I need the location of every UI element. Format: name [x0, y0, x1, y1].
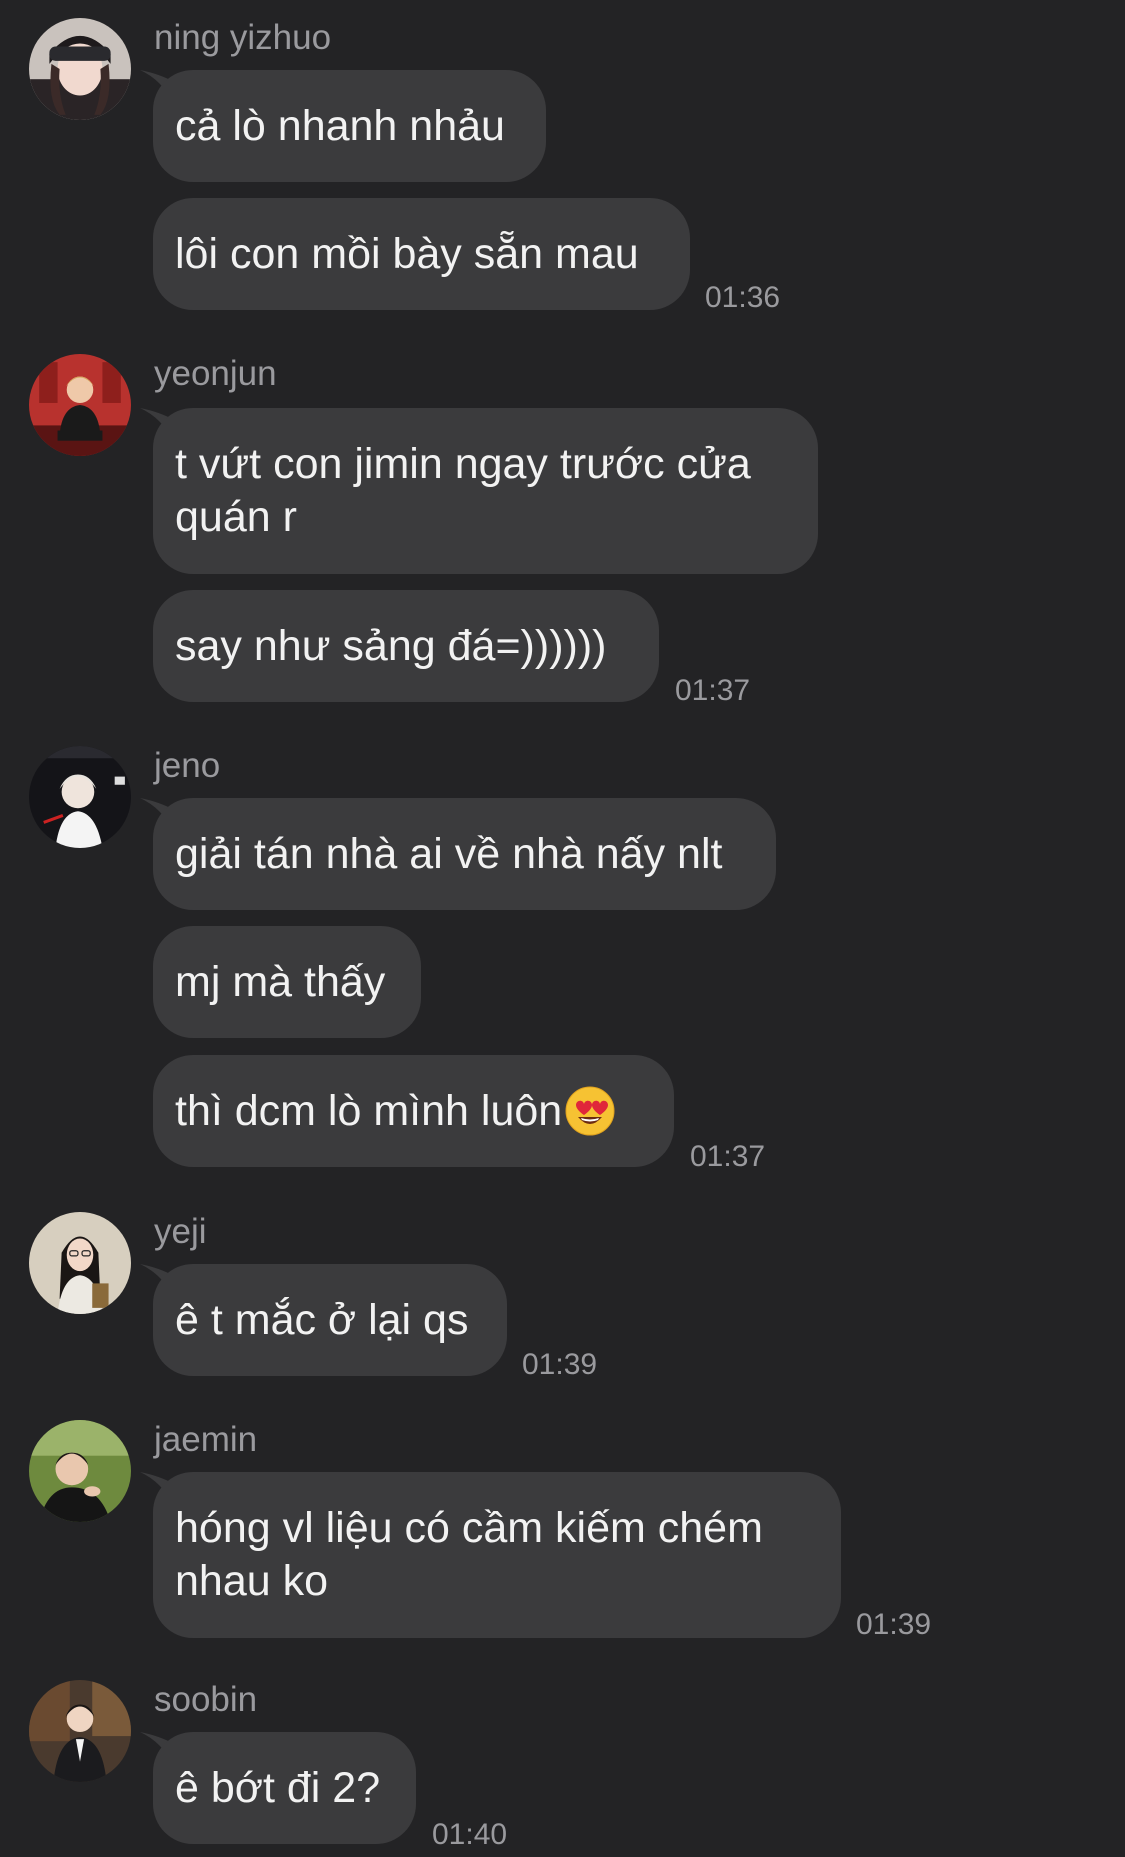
- avatar[interactable]: [29, 1212, 131, 1314]
- timestamp: 01:39: [522, 1348, 598, 1381]
- message-bubble[interactable]: lôi con mồi bày sẵn mau: [153, 198, 690, 310]
- timestamp: 01:40: [432, 1818, 508, 1851]
- sender-name: ning yizhuo: [154, 18, 332, 57]
- timestamp: 01:36: [705, 281, 781, 314]
- message-group: yeji ê t mắc ở lại qs 01:39: [0, 1212, 1125, 1382]
- avatar[interactable]: [29, 354, 131, 456]
- sender-name: soobin: [154, 1680, 258, 1719]
- message-bubble[interactable]: t vứt con jimin ngay trước cửa quán r: [153, 408, 818, 574]
- message-group: soobin ê bớt đi 2? 01:40: [0, 1680, 1125, 1857]
- avatar-jeno-icon: [29, 746, 131, 848]
- sender-name: yeji: [154, 1212, 207, 1251]
- avatar[interactable]: [29, 1420, 131, 1522]
- sender-name: jaemin: [154, 1420, 258, 1459]
- message-bubble[interactable]: cả lò nhanh nhảu: [153, 70, 546, 182]
- message-text: thì dcm lò mình luôn: [175, 1086, 563, 1135]
- message-bubble[interactable]: thì dcm lò mình luôn: [153, 1055, 674, 1167]
- message-group: jeno giải tán nhà ai về nhà nấy nlt mj m…: [0, 746, 1125, 1176]
- avatar[interactable]: [29, 18, 131, 120]
- message-bubble[interactable]: hóng vl liệu có cầm kiếm chém nhau ko: [153, 1472, 841, 1638]
- message-group: jaemin hóng vl liệu có cầm kiếm chém nha…: [0, 1420, 1125, 1650]
- message-bubble[interactable]: ê bớt đi 2?: [153, 1732, 416, 1844]
- avatar[interactable]: [29, 746, 131, 848]
- sender-name: jeno: [154, 746, 221, 785]
- message-group: ning yizhuo cả lò nhanh nhảu lôi con mồi…: [0, 18, 1125, 318]
- avatar-yeonjun-icon: [29, 354, 131, 456]
- timestamp: 01:39: [856, 1608, 932, 1641]
- message-bubble[interactable]: say như sảng đá=)))))): [153, 590, 659, 702]
- avatar-jaemin-icon: [29, 1420, 131, 1522]
- message-bubble[interactable]: mj mà thấy: [153, 926, 421, 1038]
- sender-name: yeonjun: [154, 354, 277, 393]
- avatar-ning-yizhuo-icon: [29, 18, 131, 120]
- avatar[interactable]: [29, 1680, 131, 1782]
- heart-eyes-emoji-icon: [565, 1086, 615, 1136]
- timestamp: 01:37: [675, 674, 751, 707]
- message-group: yeonjun t vứt con jimin ngay trước cửa q…: [0, 354, 1125, 714]
- message-bubble[interactable]: ê t mắc ở lại qs: [153, 1264, 507, 1376]
- timestamp: 01:37: [690, 1140, 766, 1173]
- message-bubble[interactable]: giải tán nhà ai về nhà nấy nlt: [153, 798, 776, 910]
- avatar-yeji-icon: [29, 1212, 131, 1314]
- avatar-soobin-icon: [29, 1680, 131, 1782]
